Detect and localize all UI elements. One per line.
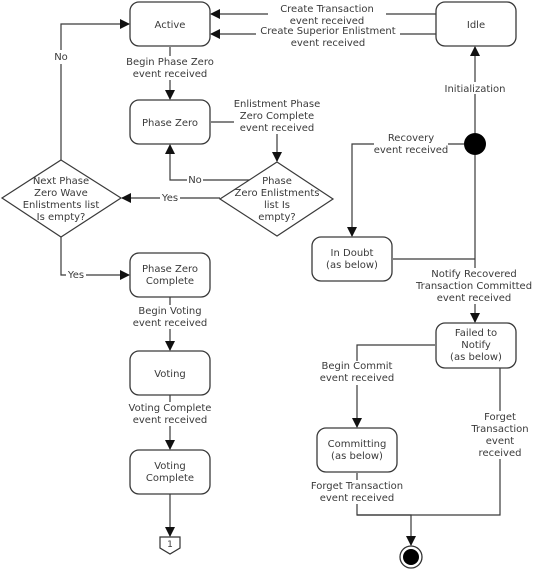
state-voting-label: Voting <box>154 369 186 380</box>
state-failed-to-notify: Failed to Notify (as below) <box>435 322 517 369</box>
state-phase-zero-complete: Phase Zero Complete <box>129 252 211 298</box>
state-failed-to-notify-label-2: Notify <box>461 340 491 351</box>
connector-label: 1 <box>167 540 173 550</box>
label-no-to-active: No <box>54 52 68 63</box>
label-recovery-2: event received <box>374 145 449 156</box>
state-idle-label: Idle <box>467 20 485 31</box>
label-voting-complete-2: event received <box>133 415 208 426</box>
state-phase-zero-complete-label-1: Phase Zero <box>142 264 198 275</box>
state-active: Active <box>129 1 211 47</box>
label-forget-failed-3: event <box>486 436 515 447</box>
state-phase-zero: Phase Zero <box>129 99 211 145</box>
state-committing-label-1: Committing <box>328 439 387 450</box>
state-voting: Voting <box>129 350 211 396</box>
decision-enlistments-label-3: list Is <box>264 200 290 211</box>
label-enlistment-pzc-2: Zero Complete <box>240 111 314 122</box>
label-enlistment-pzc-3: event received <box>240 123 315 134</box>
label-forget-failed-1: Forget <box>484 412 516 423</box>
initial-state <box>464 133 486 155</box>
label-forget-failed-2: Transaction <box>470 424 528 435</box>
state-voting-complete-label-1: Voting <box>154 461 186 472</box>
decision-next-wave-label-4: Is empty? <box>37 212 86 223</box>
label-notify-recovered-3: event received <box>437 293 512 304</box>
label-begin-voting-2: event received <box>133 318 208 329</box>
state-in-doubt-label-1: In Doubt <box>331 248 374 259</box>
state-phase-zero-complete-label-2: Complete <box>146 276 194 287</box>
label-yes-to-next-wave: Yes <box>161 193 178 204</box>
state-failed-to-notify-label-1: Failed to <box>455 328 497 339</box>
edge-begin-commit <box>352 344 435 428</box>
decision-enlistments-empty: Phase Zero Enlistments list Is empty? <box>218 161 335 237</box>
label-begin-voting-1: Begin Voting <box>138 306 201 317</box>
state-voting-complete: Voting Complete <box>129 449 211 495</box>
decision-enlistments-label-1: Phase <box>262 176 292 187</box>
decision-next-wave-empty: Next Phase Zero Wave Enlistments list Is… <box>0 159 123 238</box>
final-state <box>399 545 423 569</box>
state-active-label: Active <box>155 20 186 31</box>
decision-enlistments-label-4: empty? <box>258 212 295 223</box>
edge-recovery <box>347 143 464 237</box>
state-in-doubt: In Doubt (as below) <box>311 236 393 282</box>
label-forget-failed-4: received <box>479 448 522 459</box>
state-phase-zero-label: Phase Zero <box>142 118 198 129</box>
state-committing-label-2: (as below) <box>331 451 383 462</box>
state-voting-complete-label-2: Complete <box>146 473 194 484</box>
state-in-doubt-label-2: (as below) <box>326 260 378 271</box>
label-recovery-1: Recovery <box>388 133 434 144</box>
off-page-connector: 1 <box>159 536 181 555</box>
label-begin-commit-2: event received <box>320 373 395 384</box>
label-begin-commit-1: Begin Commit <box>322 361 393 372</box>
label-create-superior-1: Create Superior Enlistment <box>260 26 395 37</box>
state-committing: Committing (as below) <box>316 427 398 473</box>
edge-no-to-active <box>60 19 130 160</box>
label-begin-phase-zero-1: Begin Phase Zero <box>126 57 214 68</box>
label-forget-committing-2: event received <box>320 493 395 504</box>
decision-next-wave-label-3: Enlistments list <box>23 200 100 211</box>
label-create-transaction-1: Create Transaction <box>280 4 374 15</box>
label-voting-complete-1: Voting Complete <box>129 403 212 414</box>
edge-no-to-phase-zero <box>165 144 250 181</box>
decision-next-wave-label-1: Next Phase <box>33 176 89 187</box>
label-no-to-phase-zero: No <box>188 175 202 186</box>
label-begin-phase-zero-2: event received <box>133 69 208 80</box>
label-notify-recovered-2: Transaction Committed <box>415 281 532 292</box>
label-enlistment-pzc-1: Enlistment Phase <box>234 99 321 110</box>
state-idle: Idle <box>435 1 517 47</box>
state-diagram: Active Idle Phase Zero Phase Zero Comple… <box>0 1 532 569</box>
decision-next-wave-label-2: Zero Wave <box>34 188 88 199</box>
label-create-superior-2: event received <box>291 38 366 49</box>
label-notify-recovered-1: Notify Recovered <box>431 269 516 280</box>
state-failed-to-notify-label-3: (as below) <box>450 352 502 363</box>
decision-enlistments-label-2: Zero Enlistments <box>235 188 320 199</box>
label-yes-to-phase-zero-complete: Yes <box>67 270 84 281</box>
label-forget-committing-1: Forget Transaction <box>311 481 403 492</box>
label-initialization: Initialization <box>445 84 506 95</box>
